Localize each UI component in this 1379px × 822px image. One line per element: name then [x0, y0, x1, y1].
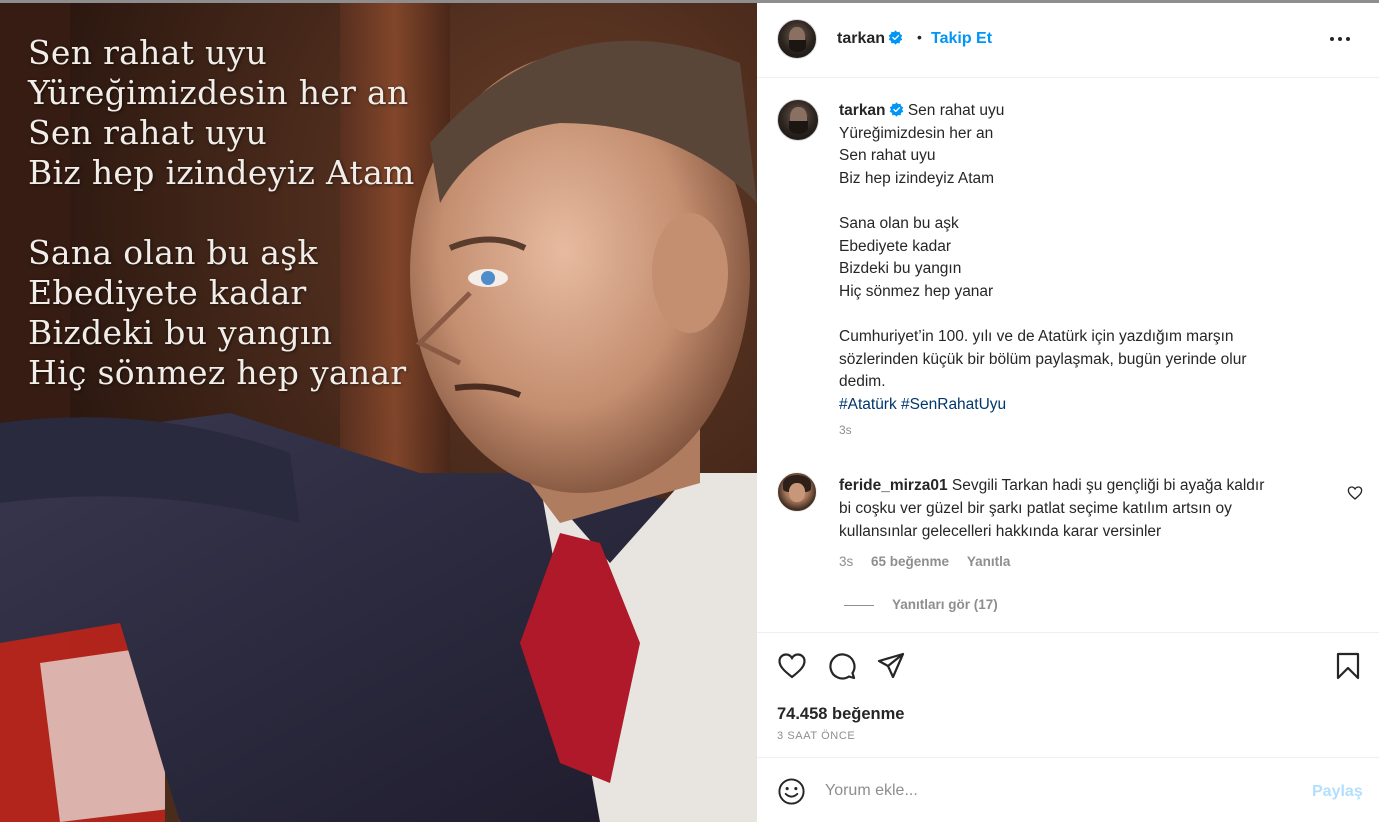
comments-area[interactable]: tarkan Sen rahat uyu Yüreğimizdesin her … [757, 79, 1379, 632]
comment-bubble-icon[interactable] [827, 651, 857, 681]
bookmark-save-icon[interactable] [1333, 651, 1363, 681]
poem-line: Sen rahat uyu [28, 33, 268, 72]
caption-line: Hiç sönmez hep yanar [839, 282, 994, 300]
poem-line: Sen rahat uyu [28, 113, 268, 152]
view-replies-button[interactable]: Yanıtları gör (17) [844, 597, 998, 612]
avatar-beard [788, 39, 807, 52]
caption-line: sözlerinden küçük bir bölüm paylaşmak, b… [839, 350, 1247, 368]
separator-dot: • [917, 29, 922, 45]
caption-timestamp[interactable]: 3s [839, 423, 852, 437]
comment-meta: 3s 65 beğenme Yanıtla [839, 554, 1024, 569]
caption-line: Sen rahat uyu [839, 147, 936, 165]
like-heart-icon[interactable] [777, 651, 807, 681]
poem-line: Biz hep izindeyiz Atam [28, 153, 415, 192]
poem-stanza: Sana olan bu aşk Ebediyete kadar Bizdeki… [28, 233, 415, 393]
reply-button[interactable]: Yanıtla [967, 554, 1011, 569]
comment: feride_mirza01 Sevgili Tarkan hadi şu ge… [839, 474, 1339, 543]
poem-line: Sana olan bu aşk [28, 233, 318, 272]
hashtag-link[interactable]: #SenRahatUyu [901, 396, 1006, 413]
more-horizontal-icon[interactable] [1327, 27, 1353, 51]
comment-likes-count[interactable]: 65 beğenme [871, 554, 949, 569]
post-likes-count[interactable]: 74.458 beğenme [777, 705, 905, 724]
poem-line: Bizdeki bu yangın [28, 313, 333, 352]
commenter-username[interactable]: feride_mirza01 [839, 477, 948, 494]
post-time-ago[interactable]: 3 SAAT ÖNCE [777, 730, 855, 742]
comment-text-line: kullansınlar gelecelleri hakkında karar … [839, 523, 1162, 540]
caption: tarkan Sen rahat uyu Yüreğimizdesin her … [839, 100, 1339, 416]
caption-author-avatar[interactable] [777, 99, 819, 141]
caption-line: Cumhuriyet’in 100. yılı ve de Atatürk iç… [839, 327, 1234, 345]
avatar-face [788, 482, 806, 502]
verified-badge-icon [889, 102, 903, 117]
comment-first-line: feride_mirza01 Sevgili Tarkan hadi şu ge… [839, 474, 1339, 497]
comment-text-line: Sevgili Tarkan hadi şu gençliği bi ayağa… [951, 477, 1265, 494]
emoji-smiley-icon[interactable] [777, 777, 806, 806]
caption-username[interactable]: tarkan [839, 102, 886, 119]
caption-line: Bizdeki bu yangın [839, 260, 962, 278]
comment-timestamp[interactable]: 3s [839, 554, 853, 569]
view-replies-label[interactable]: Yanıtları gör (17) [892, 597, 998, 612]
commenter-avatar[interactable] [777, 472, 817, 512]
post-actions: 74.458 beğenme 3 SAAT ÖNCE [757, 632, 1379, 756]
comment-like-heart-icon[interactable] [1347, 485, 1363, 501]
add-comment-input[interactable] [825, 778, 1285, 804]
author-username-link[interactable]: tarkan [837, 30, 903, 48]
caption-line: Ebediyete kadar [839, 237, 952, 255]
caption-line: Yüreğimizdesin her an [839, 124, 994, 142]
poem-line: Yüreğimizdesin her an [28, 73, 409, 112]
caption-hashtags: #Atatürk #SenRahatUyu [839, 394, 1339, 417]
follow-button[interactable]: Takip Et [931, 30, 992, 48]
comment-composer: Paylaş [757, 757, 1379, 822]
post-side-panel: tarkan • Takip Et tarkan Sen rahat uyu Y… [757, 3, 1379, 822]
poem-line: Hiç sönmez hep yanar [28, 353, 407, 392]
post-comment-button[interactable]: Paylaş [1312, 783, 1363, 801]
post-image[interactable]: Sen rahat uyu Yüreğimizdesin her an Sen … [0, 3, 757, 822]
caption-line: dedim. [839, 373, 886, 391]
caption-line: Sana olan bu aşk [839, 214, 959, 232]
poem-stanza: Sen rahat uyu Yüreğimizdesin her an Sen … [28, 33, 415, 193]
avatar-beard [789, 120, 808, 134]
author-avatar[interactable] [777, 19, 817, 59]
author-username[interactable]: tarkan [837, 30, 885, 47]
post-header: tarkan • Takip Et [757, 3, 1379, 78]
poem-overlay: Sen rahat uyu Yüreğimizdesin her an Sen … [28, 33, 415, 393]
poem-line: Ebediyete kadar [28, 273, 307, 312]
caption-first-line: tarkan Sen rahat uyu [839, 100, 1339, 123]
replies-divider-line [844, 604, 874, 606]
hashtag-link[interactable]: #Atatürk [839, 396, 897, 413]
caption-line: Biz hep izindeyiz Atam [839, 169, 995, 187]
verified-badge-icon [888, 30, 903, 45]
caption-line: Sen rahat uyu [907, 102, 1005, 119]
comment-text-line: bi coşku ver güzel bir şarkı patlat seçi… [839, 500, 1232, 517]
share-send-icon[interactable] [876, 651, 906, 681]
